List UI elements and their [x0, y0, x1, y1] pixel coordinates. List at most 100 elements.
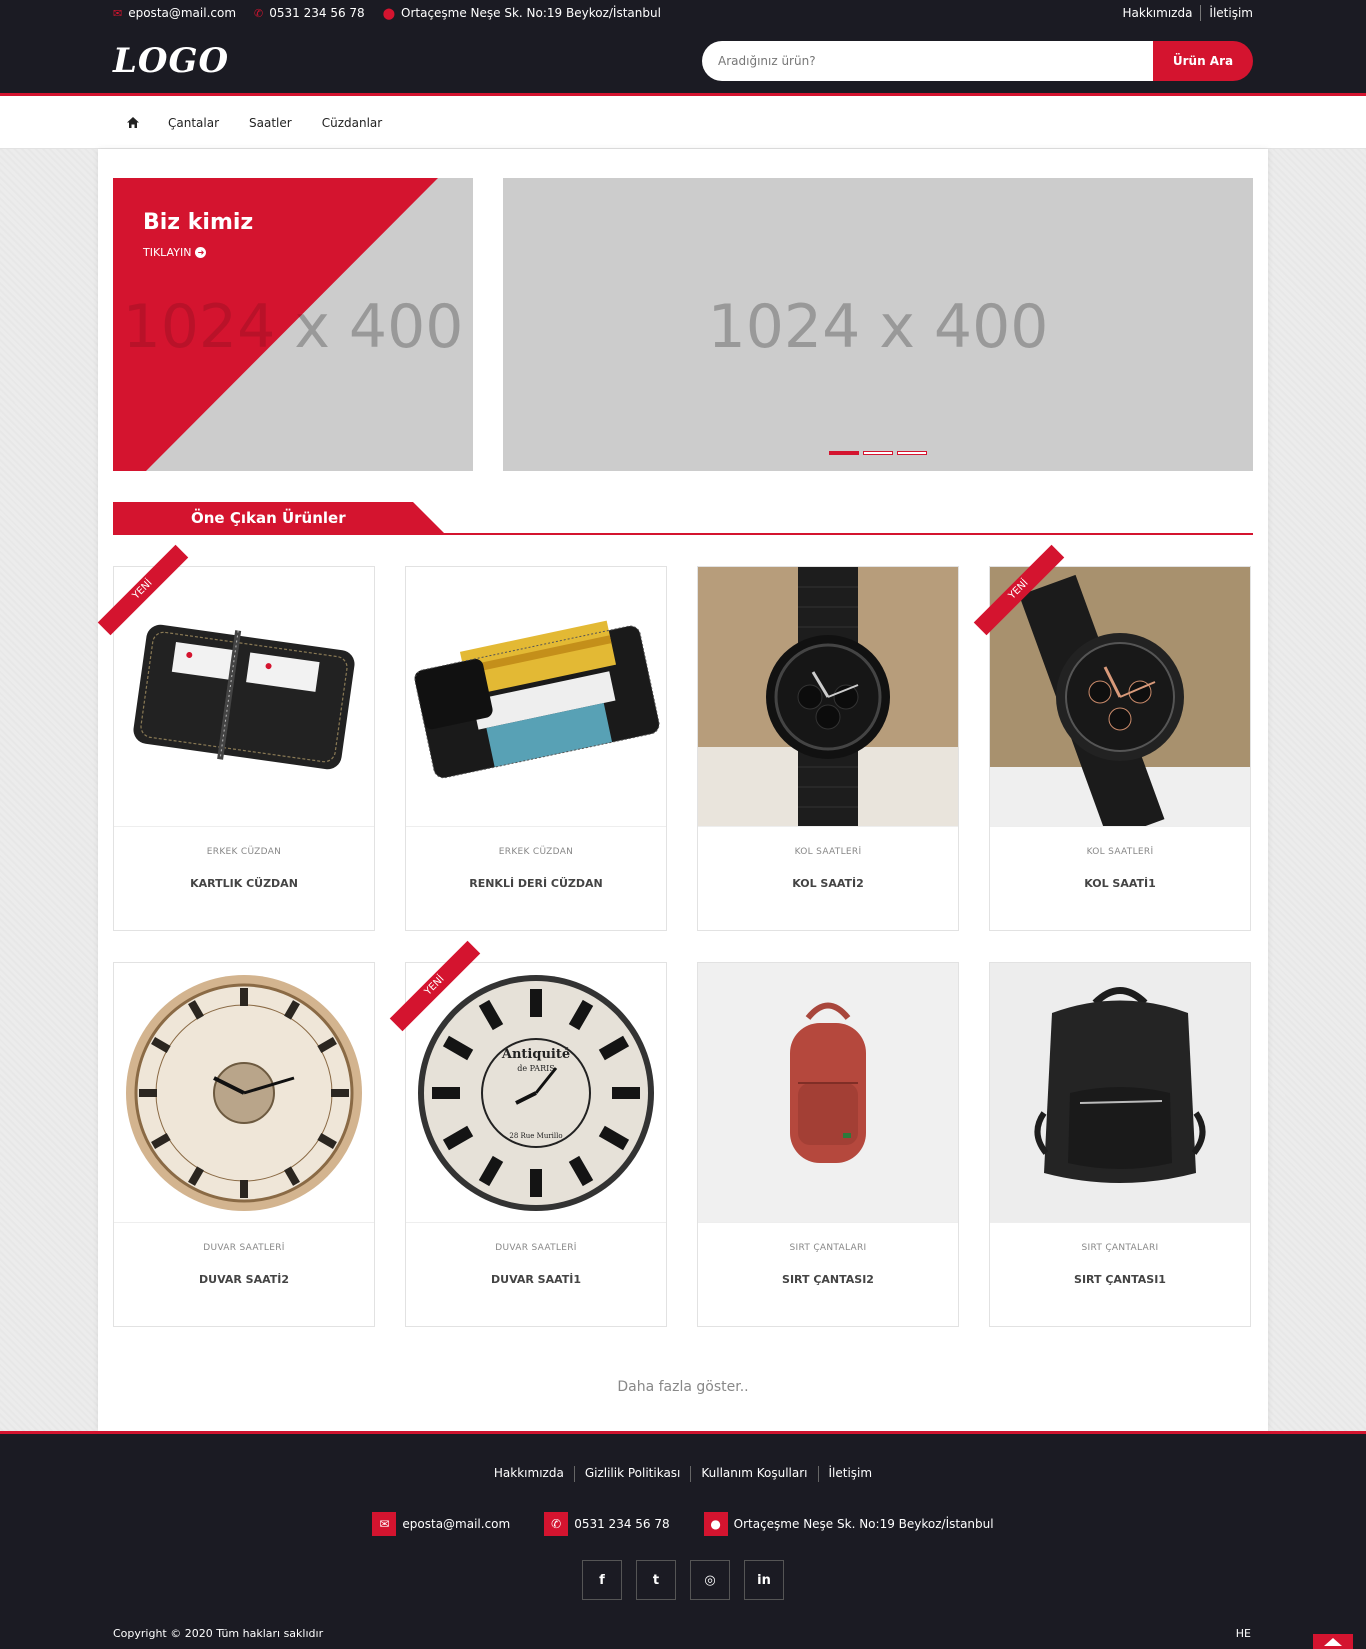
footer-address: ● Ortaçeşme Neşe Sk. No:19 Beykoz/İstanb… [703, 1512, 994, 1536]
phone-icon: ✆ [254, 6, 264, 20]
footer-address-text: Ortaçeşme Neşe Sk. No:19 Beykoz/İstanbul [733, 1517, 994, 1531]
product-image[interactable] [990, 567, 1250, 827]
product-grid: YENİ ERKEK CÜZDAN KARTLIK CÜZDAN ERKEK CÜZD… [97, 544, 1253, 1327]
product-image[interactable] [698, 567, 958, 827]
promo-cta[interactable]: TIKLAYIN ➜ [143, 246, 207, 259]
product-category: ERKEK CÜZDAN [498, 847, 574, 857]
social-links: f t ◎ in [0, 1560, 1366, 1600]
main-content: 1024 x 400 1024 x 400 Biz kimiz TIKLAYIN… [97, 149, 1268, 1431]
product-category: DUVAR SAATLERİ [203, 1243, 285, 1253]
facebook-icon[interactable]: f [582, 1560, 622, 1600]
show-more-link[interactable]: Daha fazla göster.. [113, 1379, 1253, 1395]
section-header: Öne Çıkan Ürünler [113, 502, 1253, 535]
product-category: DUVAR SAATLERİ [495, 1243, 577, 1253]
footer-contact: ✉ eposta@mail.com ✆ 0531 234 56 78 ● Ort… [0, 1512, 1366, 1536]
product-card[interactable]: KOL SAATLERİ KOL SAATİ2 [697, 566, 959, 931]
search-bar: Ürün Ara [702, 41, 1253, 81]
twitter-icon[interactable]: t [636, 1560, 676, 1600]
product-card[interactable]: Antiquité de PARIS 28 Rue Murillo YENİ DUVAR… [389, 940, 667, 1327]
product-title[interactable]: RENKLİ DERİ CÜZDAN [406, 877, 666, 890]
product-image[interactable]: Antiquité de PARIS 28 Rue Murillo [406, 963, 666, 1223]
copyright: Copyright © 2020 Tüm hakları saklıdır [113, 1627, 324, 1640]
footer-link-about[interactable]: Hakkımızda [484, 1466, 574, 1482]
envelope-icon: ✉ [372, 1512, 397, 1536]
svg-text:de PARIS: de PARIS [517, 1064, 555, 1073]
search-input[interactable] [702, 41, 1153, 81]
arrow-circle-right-icon: ➜ [195, 247, 207, 258]
product-title[interactable]: DUVAR SAATİ1 [406, 1273, 666, 1286]
nav-home[interactable] [113, 117, 153, 128]
promo-title: Biz kimiz [143, 210, 254, 235]
footer-phone-text: 0531 234 56 78 [574, 1517, 670, 1531]
product-category: SIRT ÇANTALARI [1081, 1243, 1159, 1253]
footer-links: Hakkımızda Gizlilik Politikası Kullanım … [0, 1434, 1366, 1482]
main-nav: Çantalar Saatler Cüzdanlar [0, 96, 1366, 149]
product-image[interactable] [114, 963, 374, 1223]
slider-dot[interactable] [829, 451, 859, 455]
promo-banner[interactable]: 1024 x 400 1024 x 400 Biz kimiz TIKLAYIN… [113, 178, 473, 471]
product-category: ERKEK CÜZDAN [206, 847, 282, 857]
nav-item-wallets[interactable]: Cüzdanlar [307, 116, 397, 130]
envelope-icon: ✉ [113, 6, 123, 20]
footer-email[interactable]: ✉ eposta@mail.com [372, 1512, 510, 1536]
topbar-phone[interactable]: ✆ 0531 234 56 78 [254, 6, 365, 20]
footer-link-privacy[interactable]: Gizlilik Politikası [575, 1466, 691, 1482]
product-card[interactable]: DUVAR SAATLERİ DUVAR SAATİ2 [113, 962, 375, 1327]
product-category: KOL SAATLERİ [1086, 847, 1154, 857]
footer-email-text: eposta@mail.com [402, 1517, 511, 1531]
slider-placeholder-text: 1024 x 400 [707, 292, 1049, 362]
promo-cta-label: TIKLAYIN [143, 246, 192, 259]
footer-link-terms[interactable]: Kullanım Koşulları [691, 1466, 817, 1482]
top-bar: ✉ eposta@mail.com ✆ 0531 234 56 78 ⬤ Ort… [0, 0, 1366, 26]
svg-text:Antiquité: Antiquité [501, 1047, 570, 1062]
instagram-icon[interactable]: ◎ [690, 1560, 730, 1600]
hero: 1024 x 400 1024 x 400 Biz kimiz TIKLAYIN… [113, 178, 1253, 471]
topbar-phone-text: 0531 234 56 78 [269, 6, 365, 20]
nav-item-bags[interactable]: Çantalar [153, 116, 234, 130]
logo[interactable]: LOGO [113, 41, 229, 81]
product-title[interactable]: KOL SAATİ2 [698, 877, 958, 890]
product-image[interactable] [114, 567, 374, 827]
product-title[interactable]: SIRT ÇANTASI1 [990, 1273, 1250, 1286]
topbar-link-contact[interactable]: İletişim [1209, 6, 1253, 20]
hero-slider[interactable]: 1024 x 400 [503, 178, 1253, 471]
product-card[interactable]: ERKEK CÜZDAN RENKLİ DERİ CÜZDAN [405, 566, 667, 931]
topbar-address-text: Ortaçeşme Neşe Sk. No:19 Beykoz/İstanbul [401, 6, 661, 20]
product-card[interactable]: SIRT ÇANTALARI SIRT ÇANTASI2 [697, 962, 959, 1327]
map-marker-icon: ⬤ [382, 6, 395, 20]
divider [1200, 5, 1202, 21]
topbar-link-about[interactable]: Hakkımızda [1123, 6, 1193, 20]
svg-text:28 Rue Murillo: 28 Rue Murillo [509, 1132, 562, 1140]
product-title[interactable]: SIRT ÇANTASI2 [698, 1273, 958, 1286]
section-title: Öne Çıkan Ürünler [113, 502, 446, 535]
home-icon [127, 117, 139, 128]
product-image[interactable] [990, 963, 1250, 1223]
topbar-address: ⬤ Ortaçeşme Neşe Sk. No:19 Beykoz/İstanb… [383, 6, 661, 20]
slider-dot[interactable] [863, 451, 893, 455]
product-image[interactable] [698, 963, 958, 1223]
product-card[interactable]: YENİ ERKEK CÜZDAN KARTLIK CÜZDAN [97, 544, 375, 931]
slider-dot[interactable] [897, 451, 927, 455]
product-card[interactable]: SIRT ÇANTALARI SIRT ÇANTASI1 [989, 962, 1251, 1327]
product-category: KOL SAATLERİ [794, 847, 862, 857]
header: LOGO Ürün Ara [0, 26, 1366, 96]
product-title[interactable]: KOL SAATİ1 [990, 877, 1250, 890]
product-image[interactable] [406, 567, 666, 827]
map-marker-icon: ● [703, 1512, 728, 1536]
slider-dots [829, 451, 927, 455]
product-category: SIRT ÇANTALARI [789, 1243, 867, 1253]
product-title[interactable]: DUVAR SAATİ2 [114, 1273, 374, 1286]
language-switch[interactable]: HE [1236, 1627, 1251, 1640]
footer: Hakkımızda Gizlilik Politikası Kullanım … [0, 1431, 1366, 1649]
footer-phone[interactable]: ✆ 0531 234 56 78 [544, 1512, 670, 1536]
topbar-email[interactable]: ✉ eposta@mail.com [113, 6, 236, 20]
search-button[interactable]: Ürün Ara [1153, 41, 1253, 81]
scroll-to-top-button[interactable] [1313, 1634, 1353, 1649]
linkedin-icon[interactable]: in [744, 1560, 784, 1600]
product-card[interactable]: YENİ KOL SAATLERİ KOL SAATİ1 [973, 544, 1251, 931]
product-title[interactable]: KARTLIK CÜZDAN [114, 877, 374, 890]
nav-item-watches[interactable]: Saatler [234, 116, 307, 130]
topbar-email-text: eposta@mail.com [128, 6, 237, 20]
phone-icon: ✆ [544, 1512, 569, 1536]
footer-link-contact[interactable]: İletişim [819, 1466, 883, 1482]
